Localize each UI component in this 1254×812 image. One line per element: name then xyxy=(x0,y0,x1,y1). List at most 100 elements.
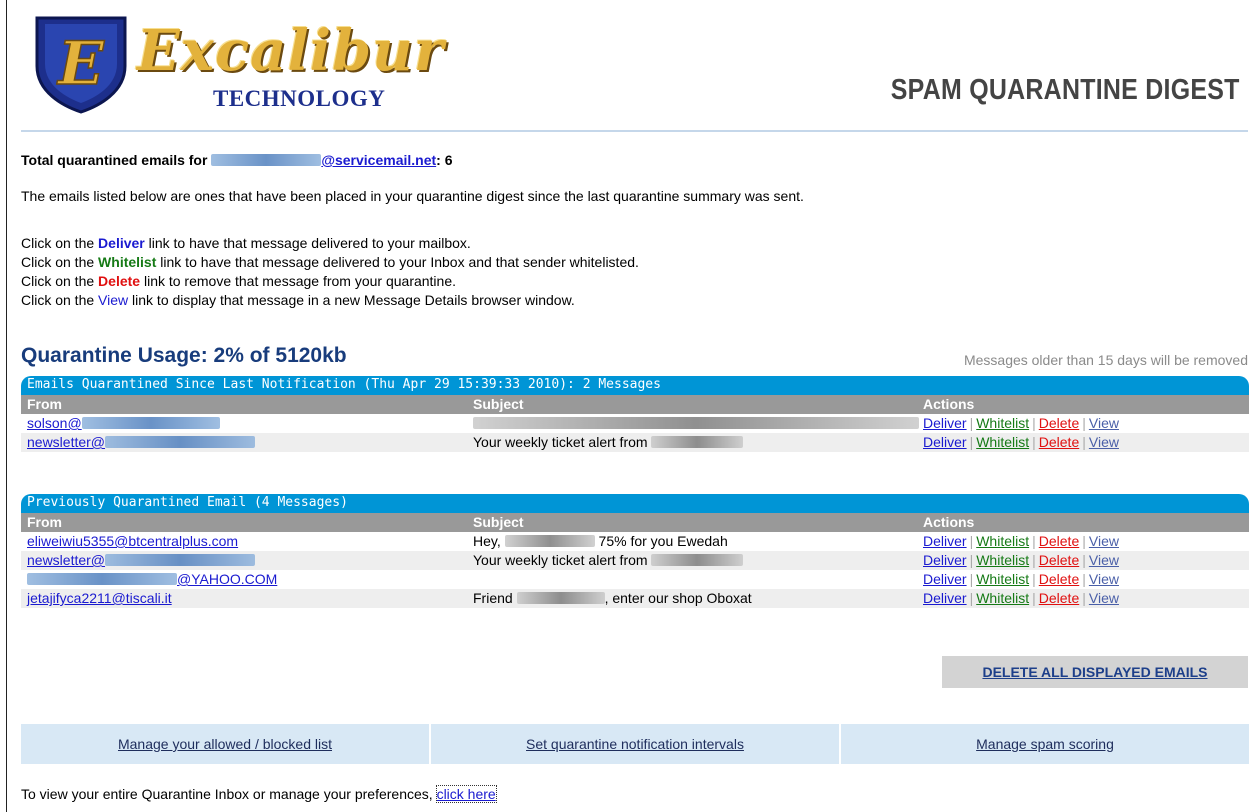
sender-address: newsletter@ xyxy=(27,552,106,568)
retention-note: Messages older than 15 days will be remo… xyxy=(963,352,1248,368)
previous-quarantine-table: Previously Quarantined Email (4 Messages… xyxy=(21,494,1249,608)
whitelist-link[interactable]: Whitelist xyxy=(976,434,1029,450)
subject-text: Friend xyxy=(473,590,513,606)
click-here-link[interactable]: click here xyxy=(435,785,497,803)
brand-name: Excalibur xyxy=(137,18,445,84)
actions-cell: Deliver | Whitelist | Delete | View xyxy=(923,433,1119,452)
deliver-link[interactable]: Deliver xyxy=(923,434,967,450)
separator: | xyxy=(1082,590,1086,606)
sender-address: newsletter@ xyxy=(27,434,106,450)
total-count: : 6 xyxy=(436,152,453,168)
redacted-subject xyxy=(651,554,744,566)
sender-link[interactable]: solson@ xyxy=(27,414,220,433)
table-row: jetajifyca2211@tiscali.it Friend , enter… xyxy=(21,589,1249,608)
actions-cell: Deliver | Whitelist | Delete | View xyxy=(923,414,1119,433)
whitelist-link[interactable]: Whitelist xyxy=(976,533,1029,549)
separator: | xyxy=(1082,571,1086,587)
sender-link[interactable]: jetajifyca2211@tiscali.it xyxy=(27,589,172,608)
view-link[interactable]: View xyxy=(1089,434,1119,450)
delete-link[interactable]: Delete xyxy=(1039,571,1079,587)
instruction-prefix: Click on the xyxy=(21,235,95,251)
column-actions: Actions xyxy=(923,514,975,530)
deliver-link[interactable]: Deliver xyxy=(923,533,967,549)
manage-allowed-blocked-link[interactable]: Manage your allowed / blocked list xyxy=(21,724,429,764)
view-link[interactable]: View xyxy=(1089,552,1119,568)
delete-word: Delete xyxy=(98,273,141,289)
instruction-delete: Click on the Delete link to remove that … xyxy=(21,272,639,291)
separator: | xyxy=(969,434,974,450)
whitelist-link[interactable]: Whitelist xyxy=(976,590,1029,606)
separator: | xyxy=(969,552,974,568)
deliver-link[interactable]: Deliver xyxy=(923,590,967,606)
deliver-link[interactable]: Deliver xyxy=(923,415,967,431)
separator: | xyxy=(969,571,974,587)
recipient-email-link[interactable]: @servicemail.net xyxy=(211,152,436,168)
sender-address: @YAHOO.COM xyxy=(177,571,278,587)
sender-link[interactable]: newsletter@ xyxy=(27,433,256,452)
total-label: Total quarantined emails for xyxy=(21,152,208,168)
logo-letter: E xyxy=(56,29,105,99)
delete-link[interactable]: Delete xyxy=(1039,415,1079,431)
instruction-view-text: link to display that message in a new Me… xyxy=(132,292,575,308)
redacted-sender xyxy=(27,573,177,585)
deliver-link[interactable]: Deliver xyxy=(923,552,967,568)
view-link[interactable]: View xyxy=(1089,415,1119,431)
view-link[interactable]: View xyxy=(1089,571,1119,587)
separator: | xyxy=(1032,533,1036,549)
spam-scoring-link[interactable]: Manage spam scoring xyxy=(839,724,1249,764)
instruction-prefix: Click on the xyxy=(21,254,95,270)
view-link[interactable]: View xyxy=(1089,533,1119,549)
sender-link[interactable]: eliweiwiu5355@btcentralplus.com xyxy=(27,532,238,551)
subject-cell: Your weekly ticket alert from xyxy=(473,551,921,570)
instruction-deliver-text: link to have that message delivered to y… xyxy=(148,235,471,251)
separator: | xyxy=(1082,552,1086,568)
separator: | xyxy=(1032,552,1036,568)
redacted-subject xyxy=(516,592,605,604)
redacted-subject xyxy=(473,417,919,429)
total-quarantined: Total quarantined emails for @servicemai… xyxy=(21,152,453,168)
column-subject: Subject xyxy=(473,396,524,412)
previous-table-title: Previously Quarantined Email (4 Messages… xyxy=(21,494,1249,513)
view-link[interactable]: View xyxy=(1089,590,1119,606)
redacted-subject xyxy=(651,436,744,448)
footer: To view your entire Quarantine Inbox or … xyxy=(21,785,497,803)
notification-intervals-link[interactable]: Set quarantine notification intervals xyxy=(429,724,839,764)
subject-text: Hey, xyxy=(473,533,501,549)
delete-link[interactable]: Delete xyxy=(1039,552,1079,568)
instruction-delete-text: link to remove that message from your qu… xyxy=(143,273,457,289)
redacted-username xyxy=(211,154,322,166)
separator: | xyxy=(1032,590,1036,606)
instruction-whitelist-text: link to have that message delivered to y… xyxy=(160,254,639,270)
intro-text: The emails listed below are ones that ha… xyxy=(21,188,804,204)
separator: | xyxy=(1082,533,1086,549)
delete-all-button[interactable]: DELETE ALL DISPLAYED EMAILS xyxy=(942,656,1248,688)
actions-cell: Deliver | Whitelist | Delete | View xyxy=(923,551,1119,570)
sender-address: solson@ xyxy=(27,415,82,431)
table-header-row: From Subject Actions xyxy=(21,513,1249,532)
table-row: solson@ Deliver | Whitelist | Delete | View xyxy=(21,414,1249,433)
delete-link[interactable]: Delete xyxy=(1039,590,1079,606)
whitelist-link[interactable]: Whitelist xyxy=(976,552,1029,568)
separator: | xyxy=(969,590,974,606)
instruction-view: Click on the View link to display that m… xyxy=(21,291,639,310)
column-actions: Actions xyxy=(923,396,975,412)
deliver-link[interactable]: Deliver xyxy=(923,571,967,587)
actions-cell: Deliver | Whitelist | Delete | View xyxy=(923,532,1119,551)
subject-text-after: , enter our shop Oboxat xyxy=(604,590,752,606)
separator: | xyxy=(1082,434,1086,450)
recent-quarantine-table: Emails Quarantined Since Last Notificati… xyxy=(21,376,1249,452)
delete-link[interactable]: Delete xyxy=(1039,533,1079,549)
separator: | xyxy=(1032,434,1036,450)
header-divider xyxy=(21,130,1248,132)
redacted-sender xyxy=(105,436,256,448)
actions-cell: Deliver | Whitelist | Delete | View xyxy=(923,589,1119,608)
view-word: View xyxy=(98,292,129,308)
delete-link[interactable]: Delete xyxy=(1039,434,1079,450)
sender-link[interactable]: @YAHOO.COM xyxy=(27,570,277,589)
whitelist-link[interactable]: Whitelist xyxy=(976,571,1029,587)
redacted-subject xyxy=(504,535,595,547)
sender-link[interactable]: newsletter@ xyxy=(27,551,256,570)
whitelist-link[interactable]: Whitelist xyxy=(976,415,1029,431)
instructions: Click on the Deliver link to have that m… xyxy=(21,234,639,310)
subject-cell: Hey, 75% for you Ewedah xyxy=(473,532,921,551)
